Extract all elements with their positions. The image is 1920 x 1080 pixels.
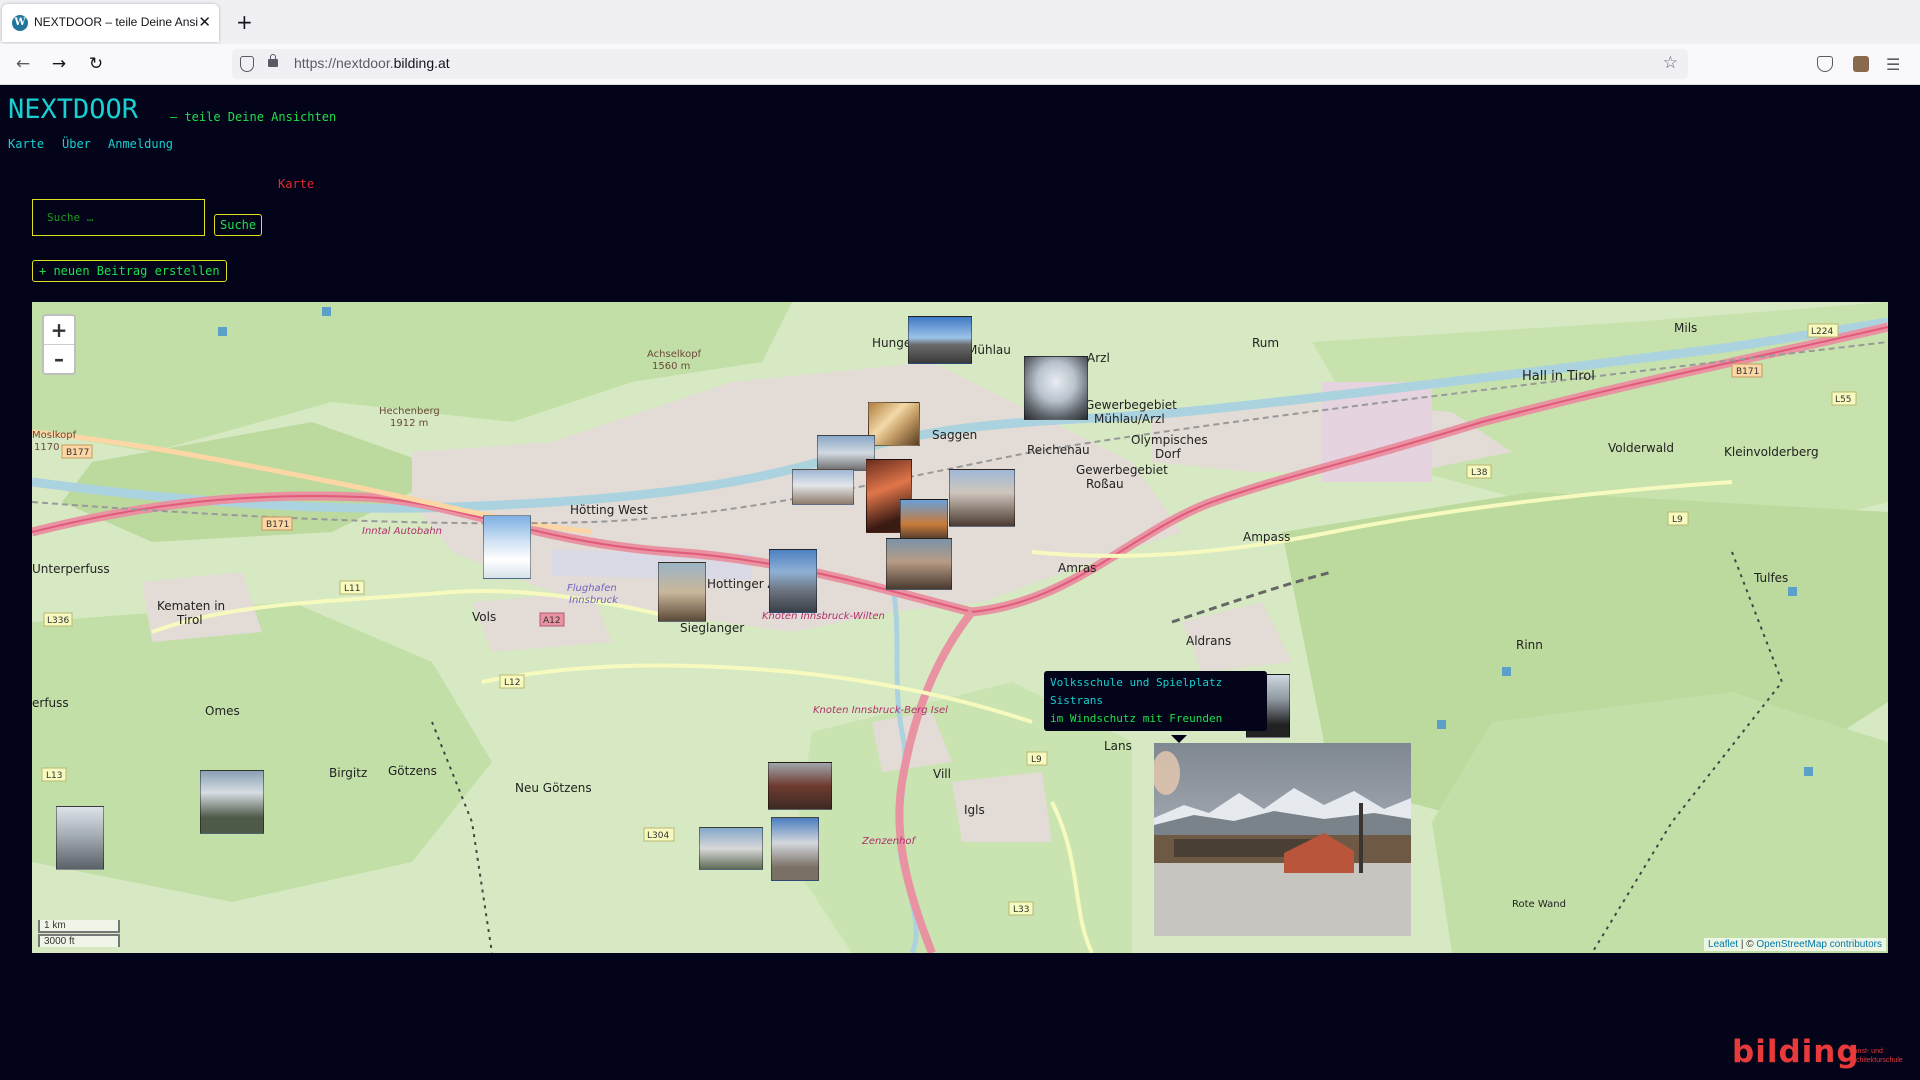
tooltip-arrow <box>1171 735 1187 743</box>
zoom-out-button[interactable]: – <box>44 344 74 373</box>
selected-photo-marker[interactable] <box>1154 743 1411 936</box>
map-attribution: Leaflet | © OpenStreetMap contributors <box>1704 938 1886 951</box>
photo-marker[interactable] <box>908 316 972 364</box>
tooltip-title-line1: Volksschule und Spielplatz <box>1050 676 1223 689</box>
nav-karte[interactable]: Karte <box>8 137 44 151</box>
extension-icon[interactable] <box>1853 56 1869 72</box>
pocket-icon[interactable] <box>1817 56 1833 72</box>
osm-link[interactable]: OpenStreetMap contributors <box>1756 939 1882 950</box>
close-tab-icon[interactable]: ✕ <box>198 13 211 31</box>
nav-anmeldung[interactable]: Anmeldung <box>108 137 173 151</box>
photo-marker[interactable] <box>200 770 264 834</box>
photo-marker[interactable] <box>483 515 531 579</box>
url-text[interactable]: https://nextdoor.bilding.at <box>294 55 450 71</box>
reload-icon[interactable]: ↻ <box>85 53 107 75</box>
map-tiles[interactable] <box>32 302 1888 953</box>
browser-navbar: ← → ↻ https://nextdoor.bilding.at ☆ ☰ <box>0 44 1920 85</box>
site-tagline: – teile Deine Ansichten <box>170 110 337 124</box>
page-heading: Karte <box>278 177 315 191</box>
photo-marker[interactable] <box>768 762 832 810</box>
photo-marker[interactable] <box>56 806 104 870</box>
nav-ueber[interactable]: Über <box>62 137 91 151</box>
browser-tabbar: W NEXTDOOR – teile Deine Ansichten ✕ + <box>0 0 1920 44</box>
photo-marker[interactable] <box>792 469 854 505</box>
marker-tooltip: Volksschule und Spielplatz Sistrans im W… <box>1044 671 1267 731</box>
scale-bar: 1 km 3000 ft <box>38 920 120 947</box>
lock-icon[interactable] <box>268 54 278 67</box>
back-icon[interactable]: ← <box>12 53 34 75</box>
new-tab-icon[interactable]: + <box>236 10 253 34</box>
photo-marker[interactable] <box>886 538 952 590</box>
tooltip-subtitle: im Windschutz mit Freunden <box>1050 712 1223 725</box>
photo-marker[interactable] <box>699 827 763 870</box>
zoom-control: + – <box>42 314 76 375</box>
photo-marker[interactable] <box>868 402 920 446</box>
search-input[interactable] <box>32 199 205 236</box>
photo-marker[interactable] <box>1024 356 1088 420</box>
hamburger-menu-icon[interactable]: ☰ <box>1886 55 1902 74</box>
new-post-button[interactable]: + neuen Beitrag erstellen <box>32 260 227 282</box>
photo-marker[interactable] <box>949 469 1015 527</box>
url-bar[interactable]: https://nextdoor.bilding.at ☆ <box>232 49 1688 79</box>
search-button[interactable]: Suche <box>214 214 263 236</box>
wordpress-icon: W <box>12 15 28 31</box>
leaflet-link[interactable]: Leaflet <box>1708 939 1738 950</box>
zoom-in-button[interactable]: + <box>44 316 74 344</box>
bookmark-star-icon[interactable]: ☆ <box>1663 53 1678 73</box>
scale-metric: 1 km <box>38 920 120 933</box>
photo-marker[interactable] <box>771 817 819 881</box>
site-title[interactable]: NEXTDOOR <box>8 94 138 125</box>
shield-icon[interactable] <box>240 56 254 72</box>
photo-marker[interactable] <box>658 562 706 622</box>
bilding-logo[interactable]: bilding <box>1732 1034 1860 1070</box>
bilding-logo-subtitle: Kunst- und Architekturschule <box>1849 1048 1903 1064</box>
forward-icon[interactable]: → <box>48 53 70 75</box>
scale-imperial: 3000 ft <box>38 934 120 947</box>
photo-marker[interactable] <box>769 549 817 613</box>
browser-tab[interactable]: W NEXTDOOR – teile Deine Ansichten ✕ <box>2 4 219 42</box>
map[interactable]: Hunge Mühlau Arzl Rum Mils Hall in Tirol… <box>32 302 1888 953</box>
tooltip-title-line2: Sistrans <box>1050 694 1103 707</box>
tab-title: NEXTDOOR – teile Deine Ansichten <box>34 15 198 29</box>
